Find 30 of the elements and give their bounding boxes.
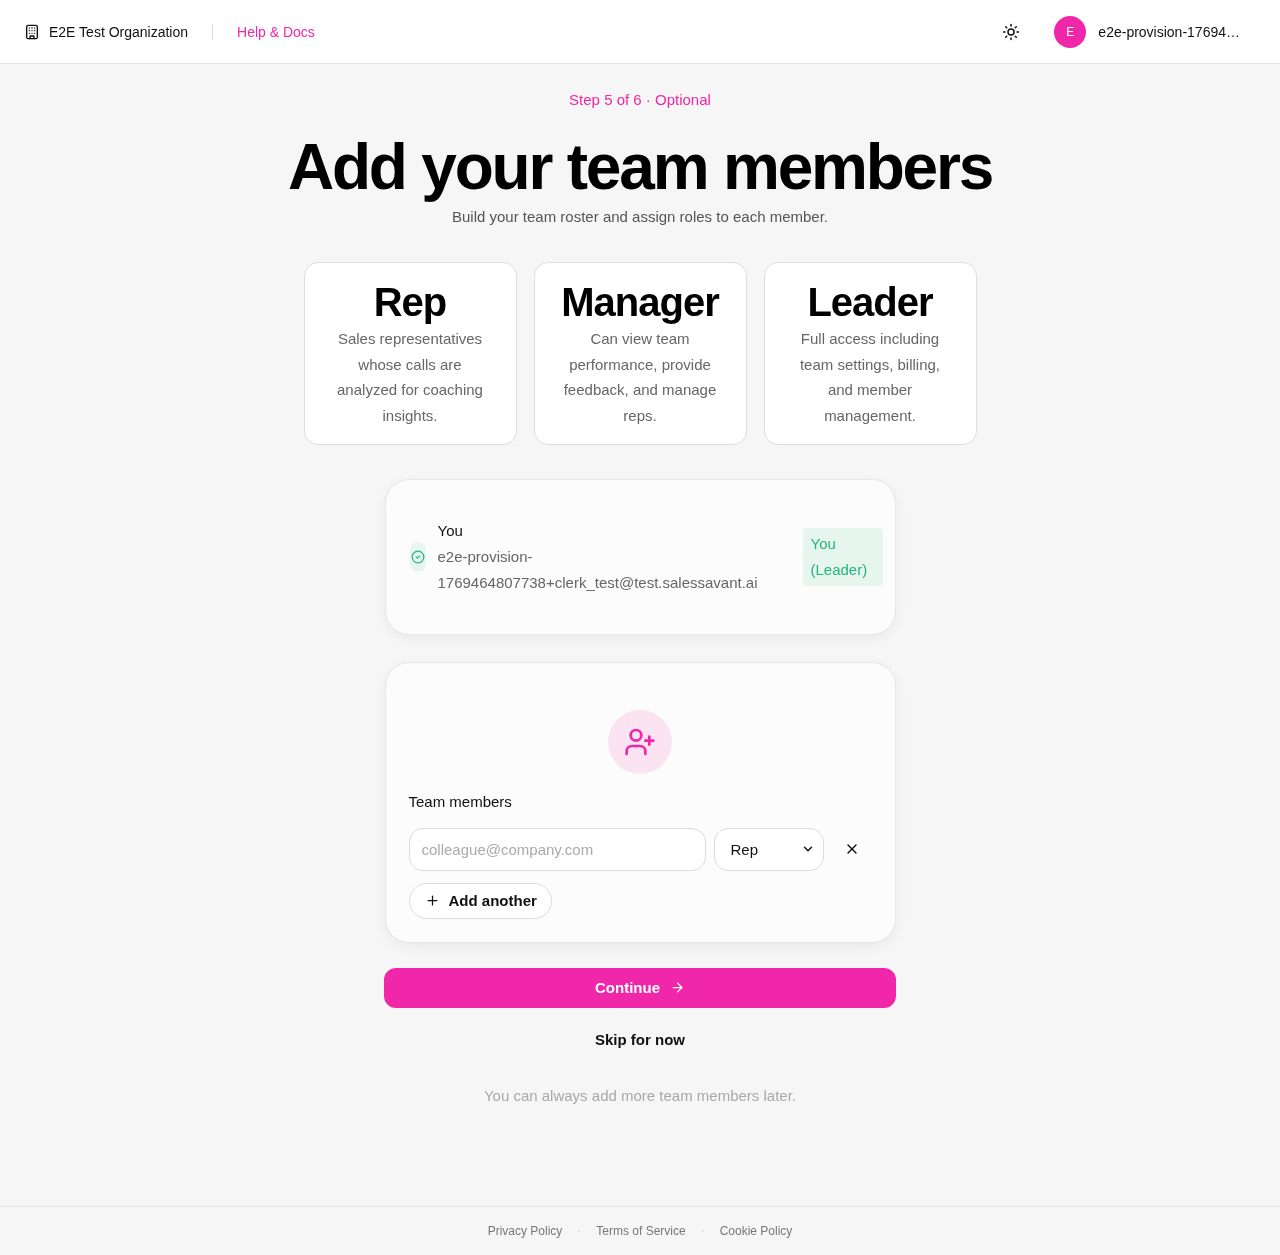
role-name: Rep <box>373 280 447 324</box>
plus-icon <box>424 893 440 909</box>
continue-button[interactable]: Continue <box>384 967 896 1008</box>
user-avatar[interactable]: E <box>1054 15 1087 48</box>
user-label: You <box>437 520 464 541</box>
role-description: Full access including team settings, billing, and member management. <box>798 329 942 427</box>
add-another-button[interactable]: Add another <box>408 882 552 919</box>
page-title: Add your team members <box>287 131 993 203</box>
page-subtitle: Build your team roster and assign roles to each member. <box>452 207 828 227</box>
help-note: You can always add more team members later. <box>483 1085 797 1106</box>
user-name[interactable]: e2e-provision-17694… <box>1098 23 1240 40</box>
role-select[interactable]: Rep <box>713 827 824 871</box>
footer-link[interactable]: Terms of Service <box>596 1224 686 1238</box>
sun-icon <box>1002 22 1021 41</box>
arrow-right-icon <box>670 980 685 996</box>
footer-link[interactable]: Cookie Policy <box>719 1224 793 1238</box>
footer-link[interactable]: Privacy Policy <box>487 1224 563 1238</box>
role-name: Manager <box>561 280 719 324</box>
team-members-label: Team members <box>408 791 513 812</box>
role-description: Sales representatives whose calls are analyzed for coaching insights. <box>336 329 484 427</box>
user-email: e2e-provision-1769464807738+clerk_test@test.salessavant.ai <box>437 546 759 593</box>
role-badge: You (Leader) <box>802 527 883 586</box>
building-icon <box>24 23 40 40</box>
skip-link[interactable]: Skip for now <box>595 1028 685 1051</box>
step-indicator: Step 5 of 6 · Optional <box>569 90 711 110</box>
role-description: Can view team performance, provide feedback, and manage reps. <box>562 329 718 427</box>
email-input-field[interactable]: colleague@company.com <box>408 827 706 871</box>
help-docs-link[interactable]: Help & Docs <box>237 23 315 40</box>
role-name: Leader <box>807 280 933 324</box>
organization-name: E2E Test Organization <box>49 23 189 40</box>
